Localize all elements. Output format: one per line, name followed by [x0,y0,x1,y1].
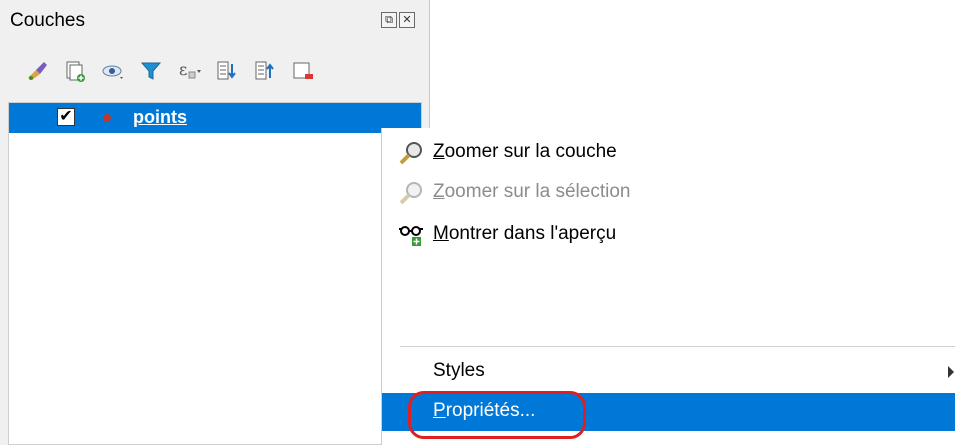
manage-visibility-icon[interactable] [98,56,128,86]
menu-item-label: Styles [433,360,485,381]
menu-item-label: Zoomer sur la sélection [433,181,631,202]
filter-legend-icon[interactable] [136,56,166,86]
panel-title: Couches [10,10,85,31]
layer-name[interactable]: points [133,107,187,128]
layer-row-points[interactable]: ✔ points [9,103,421,133]
close-panel-icon[interactable]: ✕ [399,12,415,28]
filter-expression-icon[interactable]: ε [174,56,204,86]
float-panel-icon[interactable]: ⧉ [381,12,397,28]
remove-layer-icon[interactable] [288,56,318,86]
menu-item-zoom-to-selection: Zoomer sur la sélection [382,174,955,212]
expand-all-icon[interactable] [212,56,242,86]
zoom-icon [396,140,426,166]
open-layer-styling-icon[interactable] [22,56,52,86]
layer-context-menu: Zoomer sur la couche Zoomer sur la sélec… [381,128,955,445]
zoom-icon [396,180,426,206]
menu-item-show-in-overview[interactable]: Montrer dans l'aperçu [382,216,955,254]
layers-panel: Couches ⧉ ✕ ε ✔ points [0,0,430,445]
svg-text:ε: ε [179,60,187,79]
submenu-arrow-icon [948,366,954,378]
menu-item-properties[interactable]: Propriétés... [382,393,955,431]
overview-glasses-icon [396,222,426,248]
menu-item-zoom-to-layer[interactable]: Zoomer sur la couche [382,134,955,172]
layers-toolbar: ε [22,56,326,86]
menu-item-label: Propriétés... [433,400,536,421]
menu-item-label: Montrer dans l'aperçu [433,223,617,244]
collapse-all-icon[interactable] [250,56,280,86]
menu-separator [400,346,955,347]
layer-tree: ✔ points [8,102,422,445]
panel-title-buttons: ⧉ ✕ [381,12,415,28]
point-symbol-icon [103,114,111,122]
layer-visibility-checkbox[interactable]: ✔ [57,108,75,126]
menu-item-label: Zoomer sur la couche [433,141,617,162]
add-group-icon[interactable] [60,56,90,86]
menu-item-styles[interactable]: Styles [382,353,955,391]
